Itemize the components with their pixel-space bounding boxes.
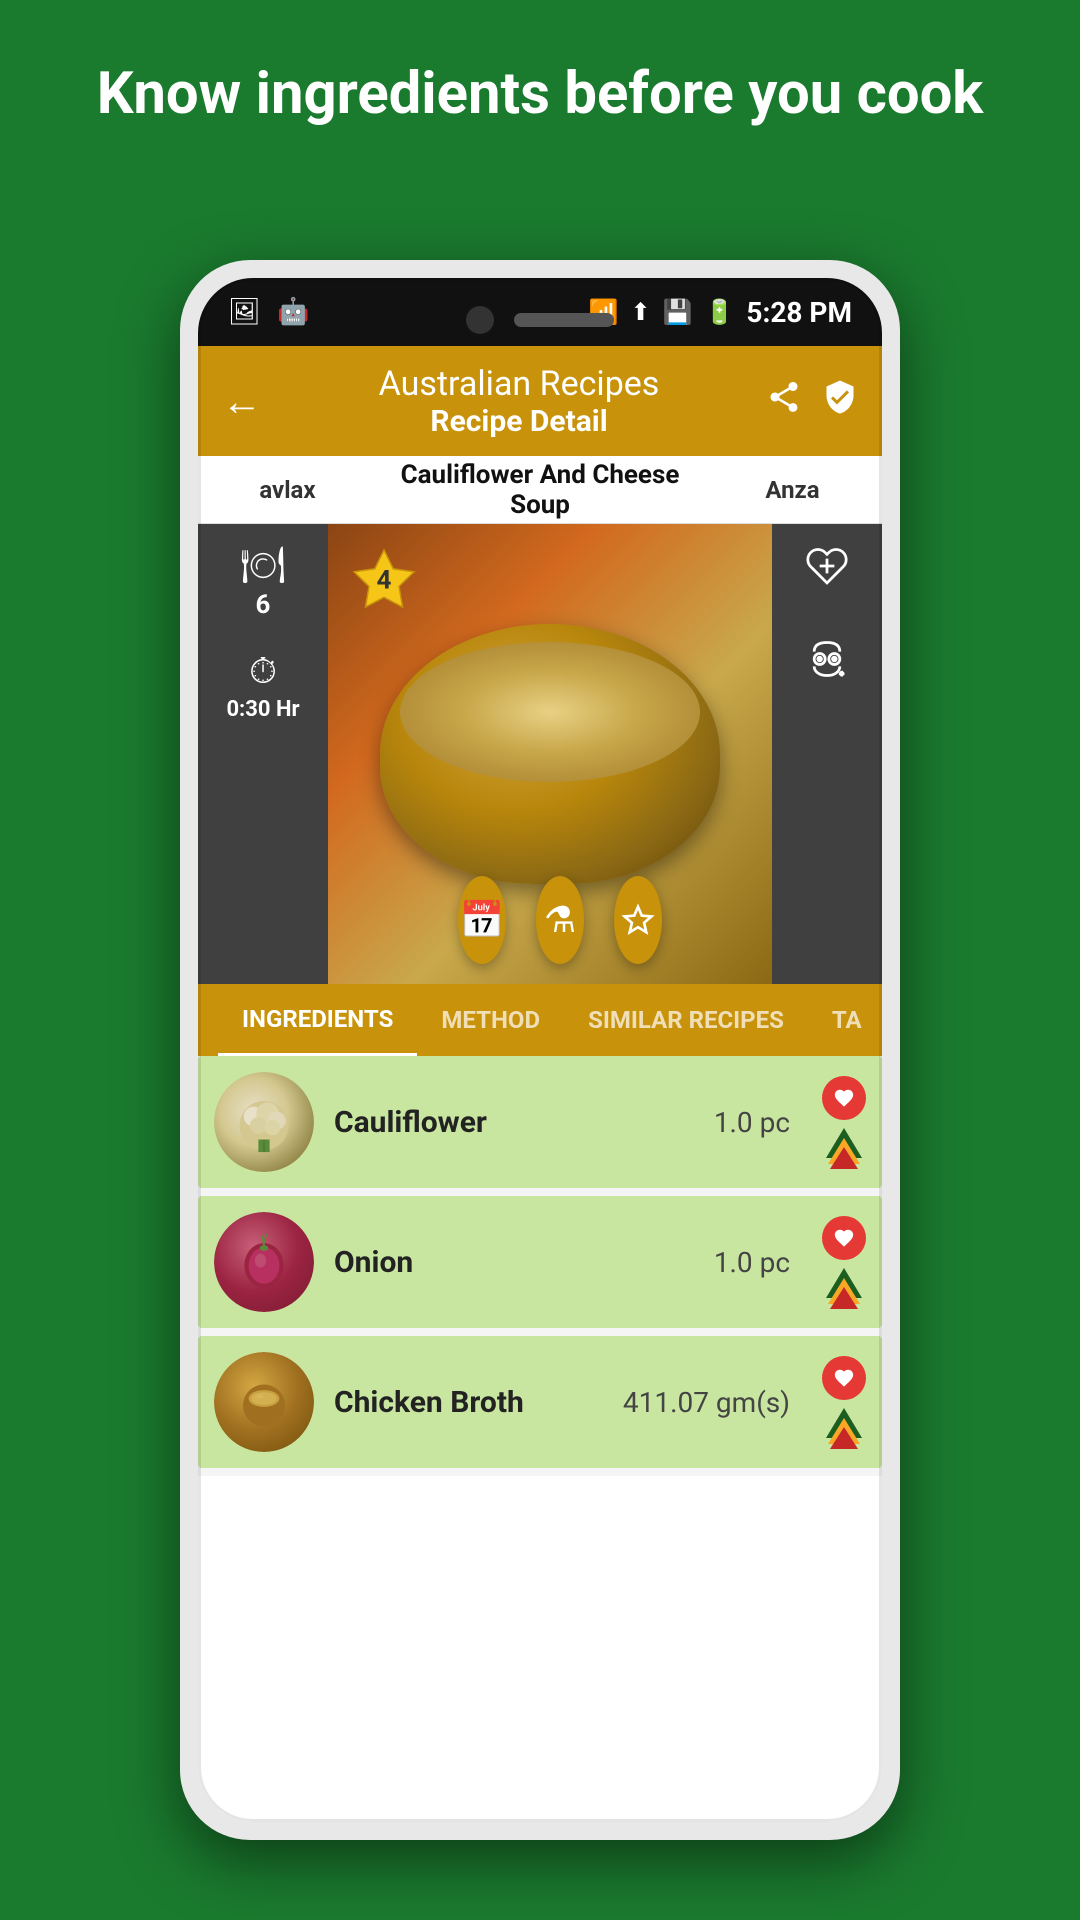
- servings-stat: 🍽 6: [240, 544, 286, 620]
- soup-surface: [400, 642, 700, 782]
- rating-value: 4: [377, 566, 392, 596]
- ingredient-avatar-onion: [214, 1212, 314, 1312]
- ingredient-name-onion: Onion: [334, 1245, 694, 1280]
- serving-button[interactable]: ⚗: [536, 876, 584, 964]
- ingredient-amount-broth: 411.07 gm(s): [623, 1386, 790, 1419]
- status-left-icons: 🖼 🤖: [228, 297, 309, 327]
- camera-dot: [466, 306, 494, 334]
- tab-ta[interactable]: TA: [808, 984, 882, 1056]
- servings-value: 6: [256, 590, 271, 620]
- share-icon[interactable]: [766, 379, 802, 424]
- battery-icon: 🔋: [705, 298, 735, 326]
- signal-icon: ⬆: [631, 298, 651, 326]
- speaker-bar: [514, 313, 614, 327]
- ingredient-amount-onion: 1.0 pc: [714, 1246, 790, 1279]
- favorite-icon[interactable]: [805, 544, 849, 597]
- time-value: 0:30 Hr: [226, 697, 299, 722]
- status-time: 5:28 PM: [746, 296, 852, 329]
- ingredient-tabs-bar: INGREDIENTS METHOD SIMILAR RECIPES TA: [198, 984, 882, 1056]
- app-title: Australian Recipes: [288, 364, 750, 404]
- broth-image: [214, 1352, 314, 1452]
- list-item: Chicken Broth 411.07 gm(s): [198, 1336, 882, 1468]
- nutrition-triangle-cauliflower: [826, 1128, 862, 1169]
- ingredient-avatar-broth: [214, 1352, 314, 1452]
- app-bar: ← Australian Recipes Recipe Detail: [198, 346, 882, 456]
- image-status-icon: 🖼: [228, 297, 261, 327]
- phone-screen: 🖼 🤖 📶 ⬆ 💾 🔋 5:28 PM ← Australian Recipes…: [198, 278, 882, 1822]
- back-button[interactable]: ←: [222, 378, 272, 425]
- recipe-navigation-tabs: avlax Cauliflower And Cheese Soup Anza: [198, 456, 882, 524]
- ingredient-icons-broth: [822, 1356, 866, 1449]
- health-icon-onion[interactable]: [822, 1216, 866, 1260]
- action-buttons-row: 📅 ⚗: [458, 876, 662, 964]
- ingredient-icons-onion: [822, 1216, 866, 1309]
- time-stat: ⏱ 0:30 Hr: [226, 650, 299, 722]
- soup-bowl: [380, 624, 720, 884]
- ingredients-list: Cauliflower 1.0 pc: [198, 1056, 882, 1476]
- list-item: Onion 1.0 pc: [198, 1196, 882, 1328]
- tab-ingredients[interactable]: INGREDIENTS: [218, 984, 417, 1056]
- calendar-button[interactable]: 📅: [458, 876, 506, 964]
- app-bar-actions: [766, 379, 858, 424]
- android-status-icon: 🤖: [277, 297, 309, 327]
- shield-icon[interactable]: [822, 379, 858, 424]
- onion-image: [214, 1212, 314, 1312]
- ingredient-name-cauliflower: Cauliflower: [334, 1105, 694, 1140]
- recipe-image-area: 🍽 6 ⏱ 0:30 Hr 4: [198, 524, 882, 984]
- phone-camera-area: [466, 306, 614, 334]
- tab-similar[interactable]: SIMILAR RECIPES: [564, 984, 808, 1056]
- nutrition-triangle-onion: [826, 1268, 862, 1309]
- side-panel-left: 🍽 6 ⏱ 0:30 Hr: [198, 524, 328, 984]
- sd-icon: 💾: [663, 298, 693, 326]
- tab-pavlax[interactable]: avlax: [198, 476, 377, 504]
- rating-badge: 4: [348, 544, 420, 620]
- ingredient-icons-cauliflower: [822, 1076, 866, 1169]
- list-item: Cauliflower 1.0 pc: [198, 1056, 882, 1188]
- tab-cauliflower-soup[interactable]: Cauliflower And Cheese Soup: [377, 460, 703, 520]
- owl-icon[interactable]: [805, 637, 849, 690]
- servings-icon: 🍽: [240, 544, 286, 586]
- side-panel-right: [772, 524, 882, 984]
- cauliflower-image: [214, 1072, 314, 1172]
- recipe-image: 4 📅 ⚗: [328, 524, 772, 984]
- app-bar-title-container: Australian Recipes Recipe Detail: [288, 364, 750, 439]
- nutrition-triangle-broth: [826, 1408, 862, 1449]
- headline: Know ingredients before you cook: [0, 60, 1080, 130]
- health-icon-broth[interactable]: [822, 1356, 866, 1400]
- app-subtitle: Recipe Detail: [288, 404, 750, 439]
- ingredient-name-broth: Chicken Broth: [334, 1385, 603, 1420]
- time-icon: ⏱: [249, 650, 277, 693]
- phone-mockup: 🖼 🤖 📶 ⬆ 💾 🔋 5:28 PM ← Australian Recipes…: [180, 260, 900, 1840]
- status-right-icons: 📶 ⬆ 💾 🔋 5:28 PM: [589, 296, 852, 329]
- rate-button[interactable]: [614, 876, 662, 964]
- tab-method[interactable]: METHOD: [417, 984, 564, 1056]
- tab-anza[interactable]: Anza: [703, 476, 882, 504]
- ingredient-avatar-cauliflower: [214, 1072, 314, 1172]
- ingredient-amount-cauliflower: 1.0 pc: [714, 1106, 790, 1139]
- health-icon-cauliflower[interactable]: [822, 1076, 866, 1120]
